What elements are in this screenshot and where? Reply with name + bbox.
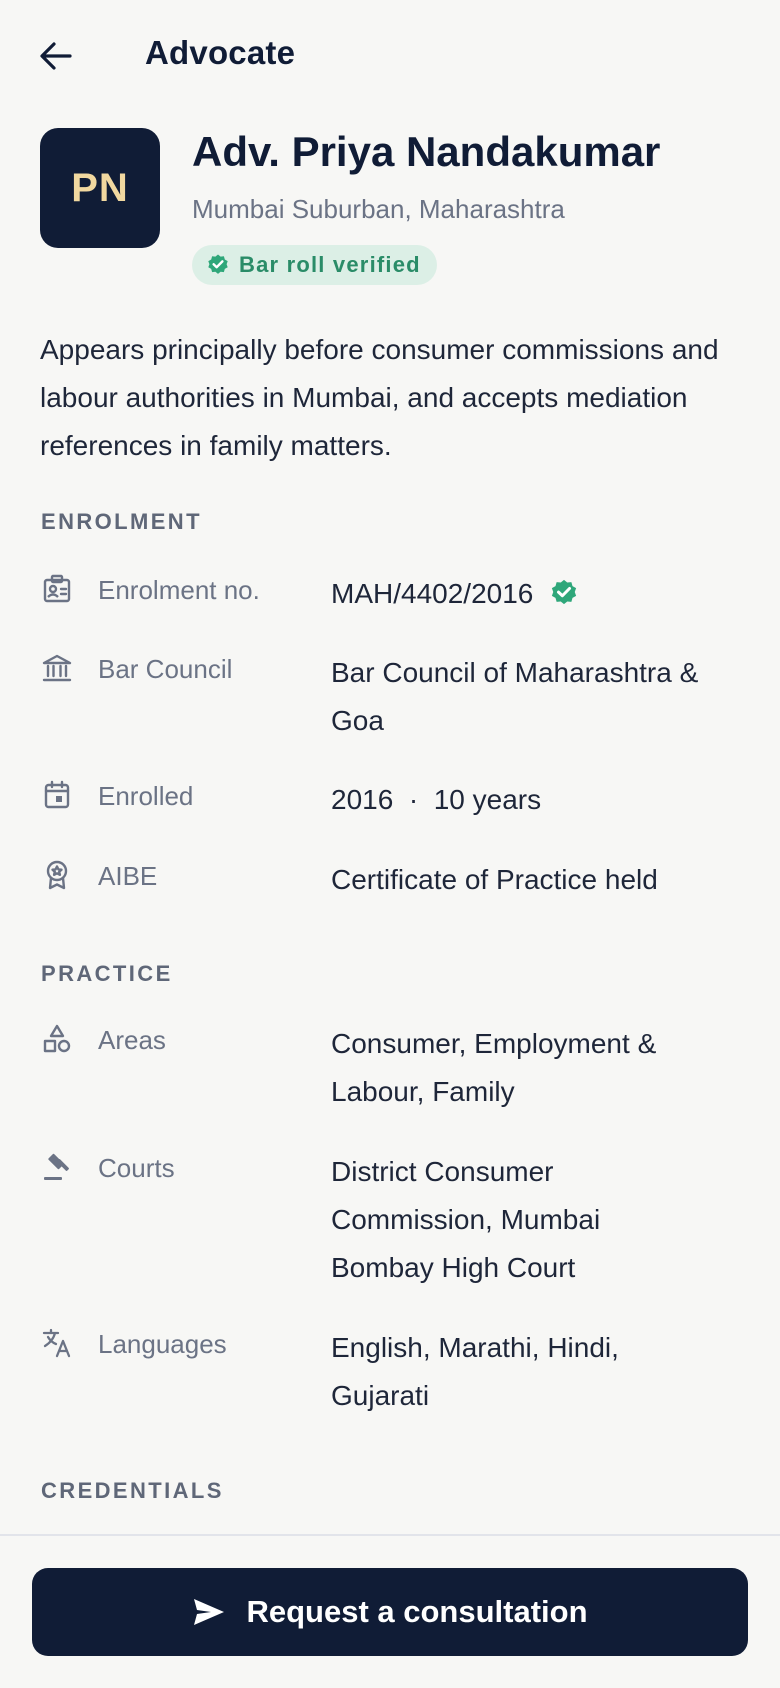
advocate-name: Adv. Priya Nandakumar bbox=[192, 128, 661, 175]
detail-label: Enrolment no. bbox=[98, 575, 260, 605]
section-title-credentials: CREDENTIALS bbox=[41, 1478, 224, 1503]
value-line: Commission, Mumbai bbox=[331, 1204, 601, 1235]
detail-value: District Consumer Commission, Mumbai Bom… bbox=[331, 1148, 751, 1292]
calendar-icon bbox=[40, 778, 74, 812]
detail-label: Courts bbox=[98, 1153, 175, 1183]
section-title-practice: PRACTICE bbox=[41, 961, 173, 986]
request-consultation-label: Request a consultation bbox=[246, 1594, 588, 1629]
detail-value: MAH/4402/2016 bbox=[331, 570, 751, 618]
value-line: Bar Council of Maharashtra & bbox=[331, 657, 699, 688]
avatar-initials: PN bbox=[71, 165, 129, 210]
section-title-enrolment: ENROLMENT bbox=[41, 509, 202, 534]
value-line: Gujarati bbox=[331, 1380, 430, 1411]
advocate-bio: Appears principally before consumer comm… bbox=[40, 334, 719, 461]
id-badge-icon bbox=[40, 572, 74, 606]
detail-value: Consumer, Employment & Labour, Family bbox=[331, 1020, 751, 1116]
page-title: Advocate bbox=[145, 34, 296, 71]
avatar: PN bbox=[40, 128, 160, 248]
value-line: District Consumer bbox=[331, 1156, 554, 1187]
back-button[interactable] bbox=[36, 36, 76, 76]
award-ribbon-icon bbox=[40, 858, 74, 892]
advocate-profile-screen: Advocate PN Adv. Priya Nandakumar Mumbai… bbox=[0, 0, 780, 1688]
categories-icon bbox=[40, 1022, 74, 1056]
gavel-icon bbox=[40, 1150, 74, 1184]
verified-check-icon bbox=[552, 579, 577, 605]
detail-label: Enrolled bbox=[98, 781, 194, 811]
arrow-left-icon bbox=[40, 42, 72, 70]
enrolment-number: MAH/4402/2016 bbox=[331, 578, 534, 609]
detail-label: Bar Council bbox=[98, 654, 233, 684]
detail-label: AIBE bbox=[98, 861, 158, 891]
send-icon bbox=[194, 1599, 225, 1625]
value-line: Goa bbox=[331, 705, 384, 736]
value-line: Labour, Family bbox=[331, 1076, 515, 1107]
value-line: English, Marathi, Hindi, bbox=[331, 1332, 619, 1363]
request-consultation-button[interactable]: Request a consultation bbox=[32, 1568, 748, 1656]
top-bar: Advocate bbox=[0, 0, 780, 110]
value-line: Bombay High Court bbox=[331, 1252, 576, 1283]
detail-value: 2016 · 10 years bbox=[331, 784, 542, 815]
value-line: Consumer, Employment & bbox=[331, 1028, 657, 1059]
verified-badge-label: Bar roll verified bbox=[239, 252, 421, 277]
advocate-location: Mumbai Suburban, Maharashtra bbox=[192, 194, 565, 224]
verified-badge: Bar roll verified bbox=[192, 245, 437, 285]
verified-check-icon bbox=[208, 254, 228, 274]
bank-building-icon bbox=[40, 651, 74, 685]
detail-value: Bar Council of Maharashtra & Goa bbox=[331, 649, 751, 745]
detail-value: English, Marathi, Hindi, Gujarati bbox=[331, 1324, 751, 1420]
detail-value: Certificate of Practice held bbox=[331, 864, 658, 895]
detail-label: Areas bbox=[98, 1025, 166, 1055]
translate-icon bbox=[40, 1326, 74, 1360]
detail-label: Languages bbox=[98, 1329, 227, 1359]
